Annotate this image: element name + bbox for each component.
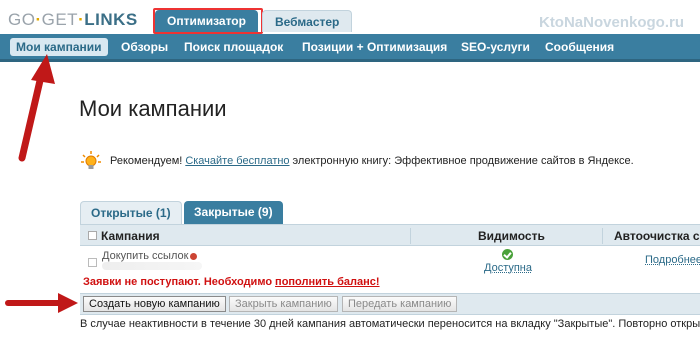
recommend-line: Рекомендуем! Скачайте бесплатно электрон… bbox=[80, 150, 634, 172]
recommend-prefix: Рекомендуем! bbox=[110, 155, 183, 167]
column-visibility[interactable]: Видимость bbox=[478, 229, 545, 243]
table-header: Кампания Видимость Автоочистка сс bbox=[80, 224, 700, 246]
site-watermark: KtoNaNovenkogo.ru bbox=[538, 14, 684, 31]
arrow-up-icon bbox=[18, 54, 55, 162]
autoclean-more-link[interactable]: Подробнее bbox=[645, 254, 700, 266]
tab-webmaster[interactable]: Вебмастер bbox=[262, 10, 353, 32]
nav-item-seo-services[interactable]: SEO-услуги bbox=[461, 40, 530, 54]
close-campaign-button[interactable]: Закрыть кампанию bbox=[229, 296, 338, 312]
column-campaign[interactable]: Кампания bbox=[101, 229, 160, 243]
page-title: Мои кампании bbox=[79, 96, 227, 121]
logo[interactable]: GO·GET·LINKS bbox=[8, 10, 138, 30]
inactivity-footnote: В случае неактивности в течение 30 дней … bbox=[80, 318, 700, 330]
arrow-right-icon bbox=[5, 293, 78, 313]
blurred-text bbox=[102, 262, 202, 270]
column-divider bbox=[410, 228, 411, 244]
table-actions: Создать новую кампанию Закрыть кампанию … bbox=[80, 293, 700, 315]
recommend-suffix: электронную книгу: Эффективное продвижен… bbox=[292, 155, 634, 167]
create-campaign-button[interactable]: Создать новую кампанию bbox=[83, 296, 226, 312]
column-autoclean[interactable]: Автоочистка сс bbox=[614, 229, 700, 243]
tab-open-campaigns[interactable]: Открытые (1) bbox=[80, 201, 182, 224]
nav-item-my-campaigns[interactable]: Мои кампании bbox=[10, 38, 108, 56]
visibility-status[interactable]: Доступна bbox=[484, 262, 532, 274]
check-circle-icon bbox=[502, 249, 513, 260]
logo-get: GET bbox=[41, 10, 79, 29]
tab-closed-campaigns[interactable]: Закрытые (9) bbox=[184, 201, 283, 224]
logo-go: GO bbox=[8, 10, 36, 29]
row-checkbox[interactable] bbox=[88, 258, 97, 267]
nav-item-site-search[interactable]: Поиск площадок bbox=[184, 40, 283, 54]
annotation-highlight-box bbox=[153, 8, 263, 34]
select-all-checkbox[interactable] bbox=[88, 231, 97, 240]
top-up-balance-link[interactable]: пополнить баланс! bbox=[275, 276, 380, 288]
balance-warning: Заявки не поступают. Необходимо пополнить… bbox=[83, 276, 380, 288]
nav-item-messages[interactable]: Сообщения bbox=[545, 40, 614, 54]
nav-item-reviews[interactable]: Обзоры bbox=[121, 40, 168, 54]
campaign-name: Докупить ссылок bbox=[102, 250, 189, 262]
warning-text: Заявки не поступают. Необходимо bbox=[83, 276, 273, 288]
table-row: Докупить ссылок Доступна Подробнее Заявк… bbox=[80, 246, 700, 294]
column-divider bbox=[602, 228, 603, 244]
campaigns-table: Кампания Видимость Автоочистка сс Докупи… bbox=[80, 224, 700, 294]
main-nav: Мои кампании Обзоры Поиск площадок Позиц… bbox=[0, 34, 700, 62]
lightbulb-icon bbox=[81, 151, 101, 169]
help-icon[interactable] bbox=[190, 252, 198, 260]
recommend-download-link[interactable]: Скачайте бесплатно bbox=[185, 155, 289, 167]
nav-item-positions[interactable]: Позиции + Оптимизация bbox=[302, 40, 447, 54]
logo-links: LINKS bbox=[84, 10, 138, 29]
campaign-name-link[interactable]: Докупить ссылок bbox=[102, 250, 198, 262]
transfer-campaign-button[interactable]: Передать кампанию bbox=[342, 296, 458, 312]
